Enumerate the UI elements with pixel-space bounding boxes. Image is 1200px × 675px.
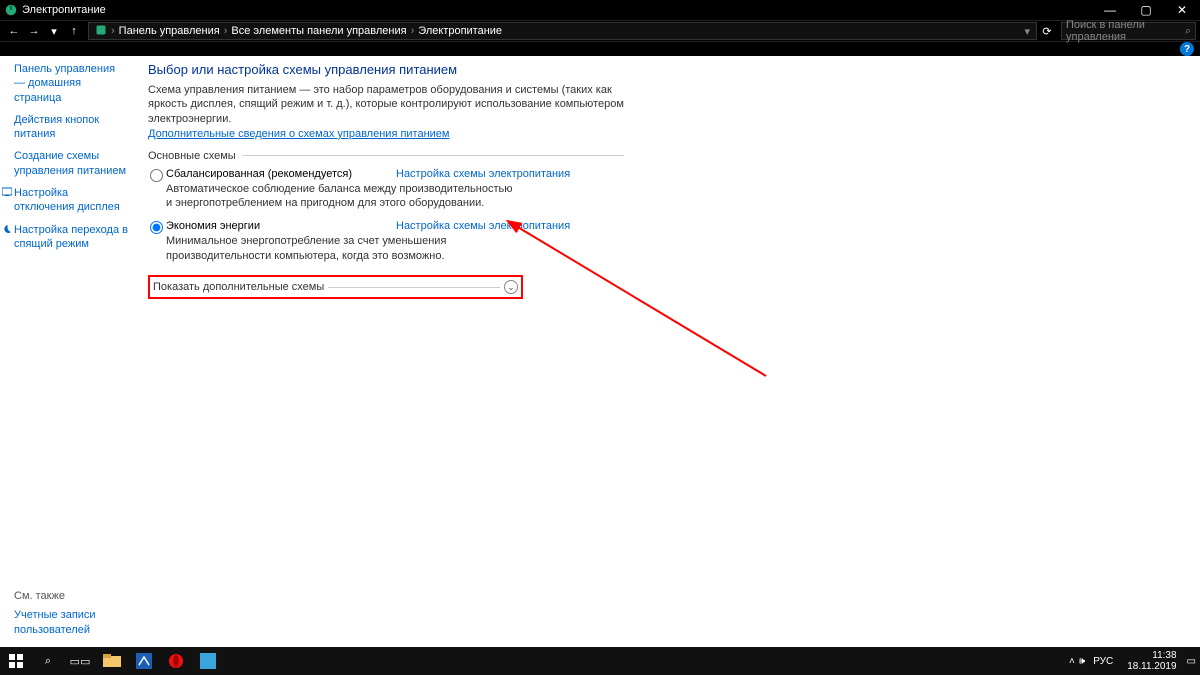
up-button[interactable]: ↑ xyxy=(64,21,84,41)
moon-icon xyxy=(2,224,12,234)
bc-root[interactable]: Панель управления xyxy=(119,25,220,37)
plan-balanced-radio[interactable] xyxy=(150,169,163,182)
plan-saver-link[interactable]: Настройка схемы электропитания xyxy=(396,220,570,232)
tray-chevron-icon[interactable]: ˄ xyxy=(1069,656,1075,667)
plan-saver-radio[interactable] xyxy=(150,221,163,234)
search-button[interactable]: ⌕ xyxy=(32,647,64,675)
info-link[interactable]: Дополнительные сведения о схемах управле… xyxy=(148,128,450,140)
sidebar-accounts-link[interactable]: Учетные записи пользователей xyxy=(14,608,124,637)
expand-additional[interactable]: Показать дополнительные схемы ⌄ xyxy=(153,280,518,294)
display-icon xyxy=(2,187,12,197)
clock-date: 18.11.2019 xyxy=(1127,661,1176,672)
window-controls: — ▢ ✕ xyxy=(1092,0,1200,20)
recent-dropdown[interactable]: ▾ xyxy=(44,21,64,41)
bc-sep: › xyxy=(224,25,228,37)
taskbar-app-2[interactable] xyxy=(192,647,224,675)
breadcrumb[interactable]: › Панель управления › Все элементы панел… xyxy=(88,22,1037,40)
back-button[interactable]: ← xyxy=(4,21,24,41)
nav-row: ← → ▾ ↑ › Панель управления › Все элемен… xyxy=(0,20,1200,42)
page-description: Схема управления питанием — это набор па… xyxy=(148,83,624,126)
taskbar-explorer[interactable] xyxy=(96,647,128,675)
plan-balanced-link[interactable]: Настройка схемы электропитания xyxy=(396,168,570,180)
tray-volume-icon[interactable]: 🕪 xyxy=(1079,656,1085,667)
page-title: Выбор или настройка схемы управления пит… xyxy=(148,62,624,77)
main-column: Выбор или настройка схемы управления пит… xyxy=(136,56,636,647)
plan-saver-desc: Минимальное энергопотребление за счет ум… xyxy=(166,234,516,263)
history-dropdown[interactable]: ▾ xyxy=(1024,25,1030,38)
start-button[interactable] xyxy=(0,647,32,675)
chevron-down-icon[interactable]: ⌄ xyxy=(504,280,518,294)
expand-additional-highlight: Показать дополнительные схемы ⌄ xyxy=(148,275,523,299)
maximize-button[interactable]: ▢ xyxy=(1128,0,1164,20)
help-button[interactable]: ? xyxy=(1180,42,1194,56)
clock-time: 11:38 xyxy=(1127,650,1176,661)
forward-button[interactable]: → xyxy=(24,21,44,41)
plan-saver-name[interactable]: Экономия энергии xyxy=(166,220,260,232)
plans-header: Основные схемы xyxy=(148,150,624,162)
taskview-icon: ▭▭ xyxy=(70,655,91,668)
bc-mid[interactable]: Все элементы панели управления xyxy=(231,25,406,37)
tray-clock[interactable]: 11:38 18.11.2019 xyxy=(1121,650,1182,672)
taskview-button[interactable]: ▭▭ xyxy=(64,647,96,675)
search-icon: ⌕ xyxy=(1185,25,1191,38)
plans-header-text: Основные схемы xyxy=(148,150,236,162)
plan-saver: Экономия энергии Настройка схемы электро… xyxy=(166,220,624,263)
bc-sep: › xyxy=(411,25,415,37)
content-area: Панель управления — домашняя страница Де… xyxy=(0,56,1200,647)
see-also-header: См. также xyxy=(14,590,124,602)
search-icon: ⌕ xyxy=(45,655,51,668)
search-placeholder: Поиск в панели управления xyxy=(1066,19,1185,43)
tray-language[interactable]: РУС xyxy=(1089,656,1117,667)
taskbar-app-1[interactable] xyxy=(128,647,160,675)
bc-leaf[interactable]: Электропитание xyxy=(418,25,502,37)
window-title: Электропитание xyxy=(22,4,106,16)
taskbar-opera[interactable] xyxy=(160,647,192,675)
sidebar: Панель управления — домашняя страница Де… xyxy=(0,56,136,647)
plan-balanced: Сбалансированная (рекомендуется) Настрой… xyxy=(166,168,624,211)
sidebar-item-buttons[interactable]: Действия кнопок питания xyxy=(14,113,128,142)
breadcrumb-icon xyxy=(95,24,107,39)
tray-notifications-icon[interactable]: ▭ xyxy=(1187,656,1196,667)
minimize-button[interactable]: — xyxy=(1092,0,1128,20)
sidebar-item-display-off[interactable]: Настройка отключения дисплея xyxy=(14,186,128,215)
plan-balanced-desc: Автоматическое соблюдение баланса между … xyxy=(166,182,516,211)
search-input[interactable]: Поиск в панели управления ⌕ xyxy=(1061,22,1196,40)
sidebar-item-sleep[interactable]: Настройка перехода в спящий режим xyxy=(14,223,128,252)
close-button[interactable]: ✕ xyxy=(1164,0,1200,20)
expand-label: Показать дополнительные схемы xyxy=(153,281,324,293)
app-icon xyxy=(4,3,18,17)
help-row: ? xyxy=(0,42,1200,56)
taskbar: ⌕ ▭▭ ˄ 🕪 РУС 11:38 18.11.2019 ▭ xyxy=(0,647,1200,675)
refresh-button[interactable]: ⟳ xyxy=(1037,25,1057,38)
bc-sep: › xyxy=(111,25,115,37)
sidebar-item-home[interactable]: Панель управления — домашняя страница xyxy=(14,62,128,105)
sidebar-bottom: См. также Учетные записи пользователей xyxy=(14,590,124,637)
sidebar-item-create[interactable]: Создание схемы управления питанием xyxy=(14,149,128,178)
titlebar: Электропитание — ▢ ✕ xyxy=(0,0,1200,20)
plan-balanced-name[interactable]: Сбалансированная (рекомендуется) xyxy=(166,168,352,180)
